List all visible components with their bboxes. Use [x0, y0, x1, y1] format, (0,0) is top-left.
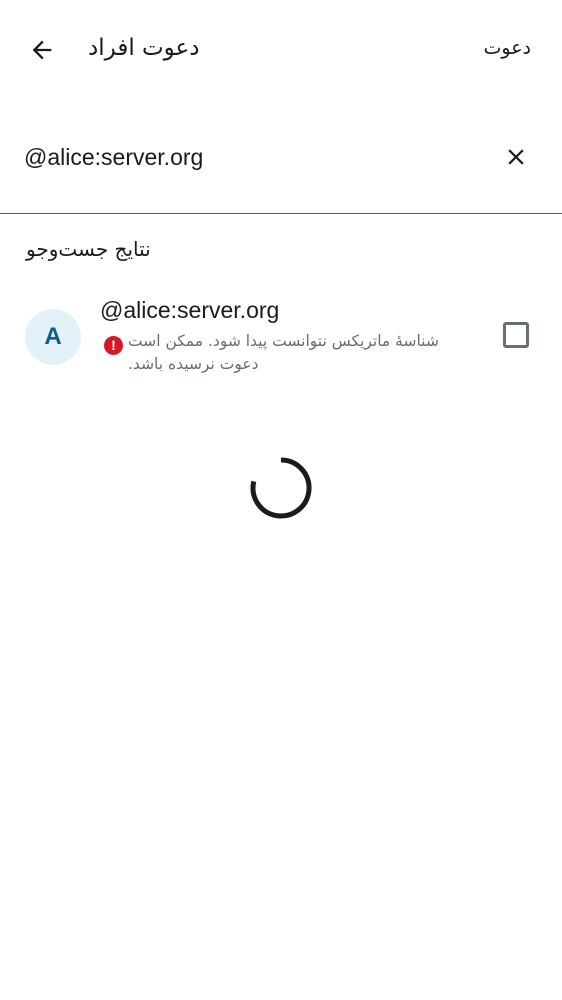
search-field [0, 120, 562, 214]
list-item[interactable]: A @alice:server.org ! شناسهٔ ماتریکس نتو… [0, 288, 562, 388]
avatar: A [25, 309, 81, 365]
invite-button[interactable]: دعوت [484, 34, 532, 62]
search-input[interactable] [24, 140, 484, 174]
search-results-header: نتایج جست‌وجو [26, 237, 151, 261]
close-icon [508, 149, 524, 165]
clear-search-button[interactable] [496, 137, 536, 177]
arrow-left-icon [32, 40, 52, 60]
error-icon: ! [104, 336, 123, 355]
loading-spinner-icon [250, 457, 312, 519]
back-button[interactable] [20, 28, 64, 72]
page-title: دعوت افراد [88, 35, 200, 61]
select-checkbox[interactable] [503, 322, 529, 348]
top-app-bar: دعوت افراد دعوت [0, 0, 562, 98]
error-message: شناسهٔ ماتریکس نتوانست پیدا شود. ممکن اس… [128, 332, 439, 373]
user-id: @alice:server.org [100, 297, 280, 323]
